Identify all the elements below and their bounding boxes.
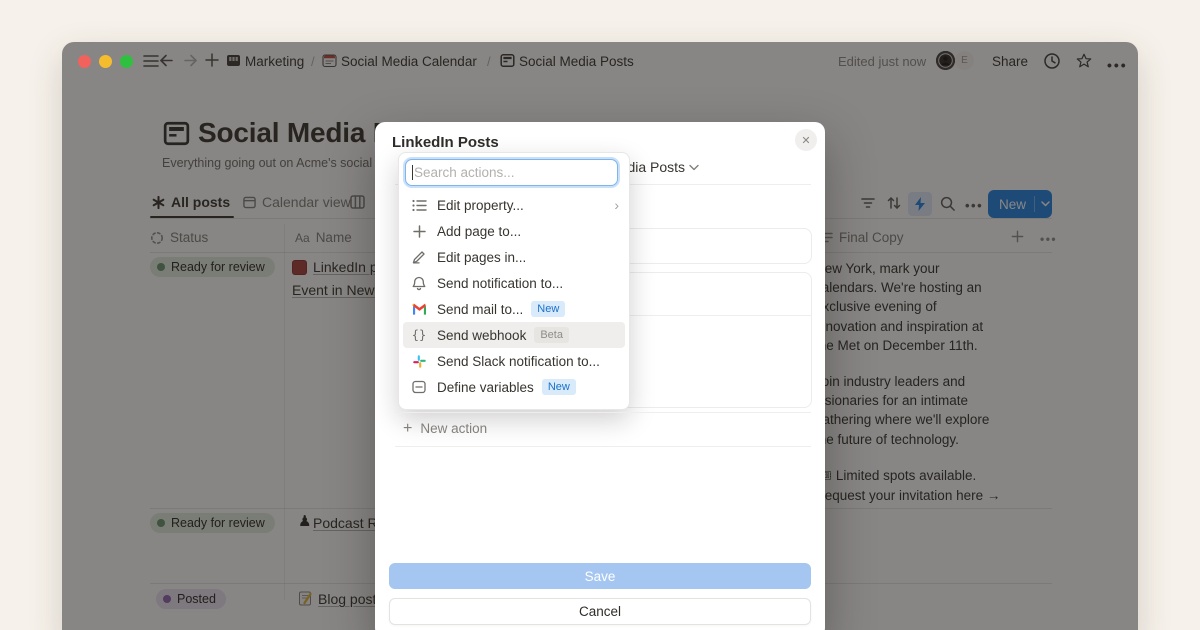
modal-divider (395, 412, 811, 413)
bulleted-list-icon (411, 197, 427, 213)
search-input[interactable] (405, 159, 618, 186)
gmail-icon (411, 301, 427, 317)
menu-item-edit-pages[interactable]: Edit pages in... (403, 244, 625, 270)
new-badge: New (542, 379, 576, 395)
braces-icon: {} (411, 327, 427, 343)
zoom-window-button[interactable] (120, 55, 133, 68)
beta-badge: Beta (534, 327, 569, 343)
menu-item-send-slack[interactable]: Send Slack notification to... (403, 348, 625, 374)
text-caret (412, 165, 413, 180)
modal-divider (395, 446, 811, 447)
plus-icon: + (403, 422, 412, 436)
slack-icon (411, 353, 427, 369)
chevron-down-icon (689, 164, 699, 171)
automation-modal: LinkedIn Posts ✕ Social Media Posts Edit… (375, 122, 825, 630)
close-window-button[interactable] (78, 55, 91, 68)
variable-field-icon (411, 379, 427, 395)
actions-menu: Edit property... › Add page to... Edit p… (403, 192, 625, 400)
pencil-icon (411, 249, 427, 265)
submenu-chevron-icon: › (614, 197, 619, 213)
menu-item-define-variables[interactable]: Define variables New (403, 374, 625, 400)
modal-title: LinkedIn Posts (392, 134, 499, 151)
menu-item-send-mail[interactable]: Send mail to... New (403, 296, 625, 322)
new-badge: New (531, 301, 565, 317)
cancel-button[interactable]: Cancel (389, 598, 811, 625)
app-window: Marketing / Social Media Calendar / Soci… (62, 42, 1138, 630)
save-button[interactable]: Save (389, 563, 811, 589)
actions-dropdown: Edit property... › Add page to... Edit p… (398, 152, 630, 410)
minimize-window-button[interactable] (99, 55, 112, 68)
menu-item-edit-property[interactable]: Edit property... › (403, 192, 625, 218)
menu-item-add-page[interactable]: Add page to... (403, 218, 625, 244)
close-icon[interactable]: ✕ (795, 129, 817, 151)
menu-item-send-webhook[interactable]: {} Send webhook Beta (403, 322, 625, 348)
plus-icon (411, 223, 427, 239)
bell-icon (411, 275, 427, 291)
new-action-button[interactable]: + New action (403, 421, 487, 436)
menu-item-send-notification[interactable]: Send notification to... (403, 270, 625, 296)
